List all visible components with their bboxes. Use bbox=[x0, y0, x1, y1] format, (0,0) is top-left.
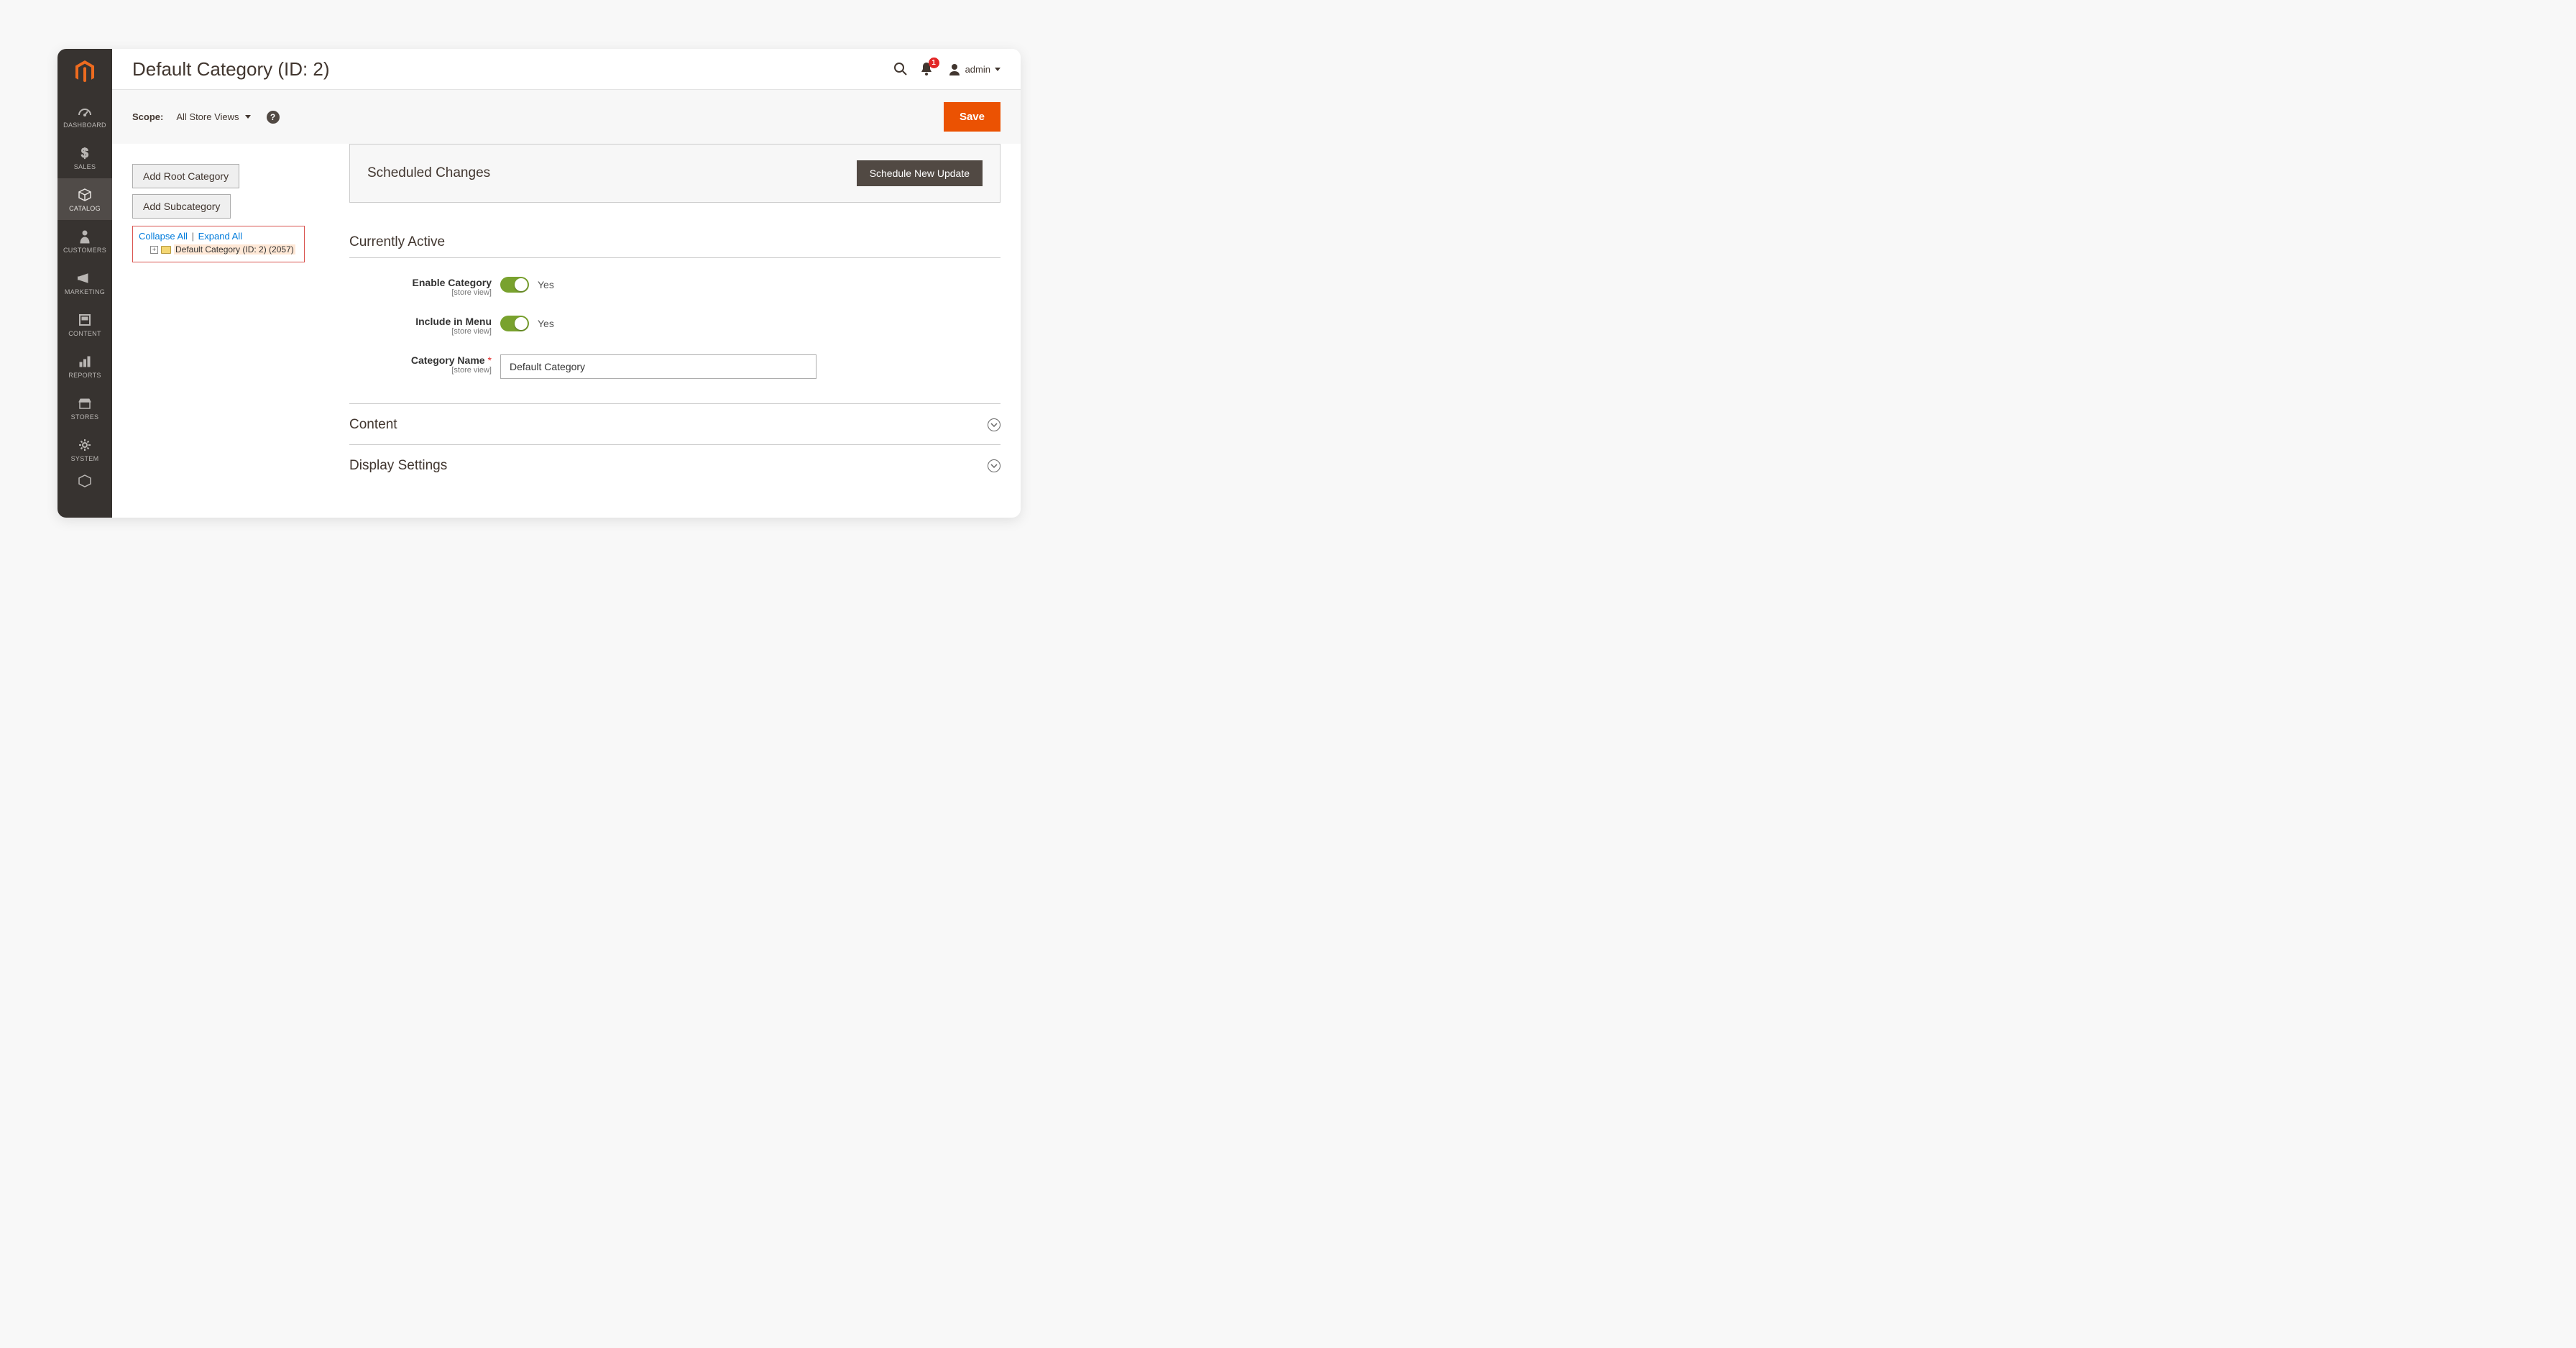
scope-hint: [store view] bbox=[349, 288, 492, 297]
dollar-icon: $ bbox=[77, 145, 93, 161]
nav-label: REPORTS bbox=[68, 372, 101, 379]
currently-active-title: Currently Active bbox=[349, 234, 1000, 250]
box-icon bbox=[77, 187, 93, 203]
collapse-all-link[interactable]: Collapse All bbox=[139, 231, 188, 242]
page-header: Default Category (ID: 2) 1 admin bbox=[112, 49, 1021, 89]
scheduled-changes-panel: Scheduled Changes Schedule New Update bbox=[349, 144, 1000, 203]
schedule-new-update-button[interactable]: Schedule New Update bbox=[857, 160, 983, 186]
megaphone-icon bbox=[77, 270, 93, 286]
user-menu[interactable]: admin bbox=[948, 63, 1000, 75]
folder-icon bbox=[161, 246, 171, 254]
expand-all-link[interactable]: Expand All bbox=[198, 231, 242, 242]
notification-badge: 1 bbox=[929, 58, 939, 68]
nav-label: SYSTEM bbox=[71, 455, 99, 462]
enable-category-toggle[interactable] bbox=[500, 277, 529, 293]
user-name: admin bbox=[965, 64, 990, 75]
scope-bar: Scope: All Store Views ? Save bbox=[112, 89, 1021, 144]
nav-label: CATALOG bbox=[69, 205, 101, 212]
scope-label: Scope: bbox=[132, 111, 163, 122]
scope-hint: [store view] bbox=[349, 366, 492, 375]
nav-label: CUSTOMERS bbox=[63, 247, 106, 254]
nav-reports[interactable]: REPORTS bbox=[58, 345, 112, 387]
tree-expand-toggle[interactable]: + bbox=[150, 246, 158, 254]
display-settings-title: Display Settings bbox=[349, 458, 447, 474]
search-button[interactable] bbox=[888, 56, 914, 82]
nav-label: SALES bbox=[74, 163, 96, 170]
scheduled-changes-title: Scheduled Changes bbox=[367, 165, 490, 181]
chevron-down-icon bbox=[245, 115, 251, 119]
nav-label: CONTENT bbox=[68, 330, 101, 337]
gauge-icon bbox=[77, 104, 93, 119]
nav-marketing[interactable]: MARKETING bbox=[58, 262, 112, 303]
nav-label: DASHBOARD bbox=[63, 121, 106, 129]
tree-node[interactable]: Default Category (ID: 2) (2057) bbox=[174, 244, 295, 255]
svg-text:$: $ bbox=[81, 146, 88, 160]
page-icon bbox=[77, 312, 93, 328]
nav-label: MARKETING bbox=[65, 288, 105, 295]
nav-catalog[interactable]: CATALOG bbox=[58, 178, 112, 220]
nav-customers[interactable]: CUSTOMERS bbox=[58, 220, 112, 262]
bars-icon bbox=[77, 354, 93, 370]
nav-extra[interactable] bbox=[58, 470, 112, 492]
person-icon bbox=[77, 229, 93, 244]
scope-help[interactable]: ? bbox=[267, 111, 280, 124]
required-mark: * bbox=[488, 354, 492, 366]
scope-hint: [store view] bbox=[349, 327, 492, 336]
category-name-input[interactable] bbox=[500, 354, 816, 379]
magento-logo[interactable] bbox=[58, 49, 112, 95]
nav-stores[interactable]: STORES bbox=[58, 387, 112, 428]
search-icon bbox=[893, 62, 908, 76]
nav-content[interactable]: CONTENT bbox=[58, 303, 112, 345]
save-button[interactable]: Save bbox=[944, 102, 1000, 132]
content-section-title: Content bbox=[349, 417, 397, 433]
chevron-circle-icon bbox=[988, 459, 1000, 472]
scope-value: All Store Views bbox=[176, 111, 239, 122]
include-in-menu-label: Include in Menu bbox=[349, 316, 492, 327]
chevron-circle-icon bbox=[988, 418, 1000, 431]
enable-category-label: Enable Category bbox=[349, 277, 492, 288]
display-settings-section-toggle[interactable]: Display Settings bbox=[349, 445, 1000, 480]
box-icon bbox=[77, 473, 93, 489]
category-tree: Collapse All | Expand All + Default Cate… bbox=[132, 226, 305, 262]
nav-sales[interactable]: $ SALES bbox=[58, 137, 112, 178]
category-name-label: Category Name bbox=[411, 354, 485, 366]
toggle-state: Yes bbox=[538, 279, 554, 290]
nav-system[interactable]: SYSTEM bbox=[58, 428, 112, 470]
gear-icon bbox=[77, 437, 93, 453]
scope-select[interactable]: All Store Views bbox=[176, 111, 250, 122]
page-title: Default Category (ID: 2) bbox=[132, 58, 330, 81]
add-root-category-button[interactable]: Add Root Category bbox=[132, 164, 239, 188]
chevron-down-icon bbox=[995, 68, 1000, 71]
notifications-button[interactable]: 1 bbox=[914, 56, 939, 82]
admin-sidebar: DASHBOARD $ SALES CATALOG CUSTOMERS MARK… bbox=[58, 49, 112, 518]
content-section-toggle[interactable]: Content bbox=[349, 404, 1000, 439]
store-icon bbox=[77, 395, 93, 411]
nav-dashboard[interactable]: DASHBOARD bbox=[58, 95, 112, 137]
include-in-menu-toggle[interactable] bbox=[500, 316, 529, 331]
nav-label: STORES bbox=[71, 413, 99, 421]
user-icon bbox=[948, 63, 961, 75]
toggle-state: Yes bbox=[538, 318, 554, 329]
add-subcategory-button[interactable]: Add Subcategory bbox=[132, 194, 231, 219]
